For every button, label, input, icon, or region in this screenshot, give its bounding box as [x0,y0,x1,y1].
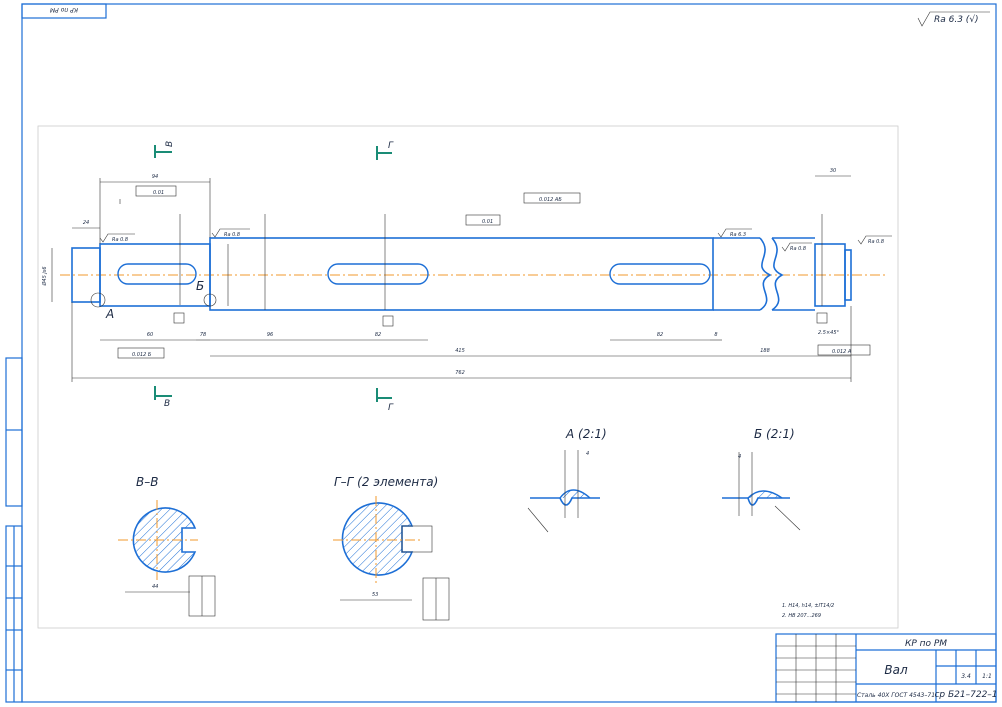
dim-82-b: 82 [657,332,663,338]
keyway-2 [327,263,429,285]
section-g-title: Г–Г (2 элемента) [334,475,438,489]
title-doc-code: ср Б21–722–1 [934,690,997,700]
title-scale: 1:1 [982,673,992,680]
dim-415: 415 [455,348,465,354]
dim-53: 53 [372,592,378,598]
section-markers: В В Г Г [154,141,394,413]
section-v-view: В–В 44 [118,475,216,617]
drawing-sheet: КР по РМ Ra 6.3 (√) А Б Ø45 js6 24 94 30… [5,3,998,703]
note-2: 2. HB 207...269 [782,613,821,619]
dim-chamfer: 2.5×45° [818,330,840,336]
dim-762: 762 [455,370,465,376]
title-material: Сталь 40Х ГОСТ 4543–71 [857,692,935,699]
note-1: 1. H14, h14, ±IT14/2 [782,603,834,609]
dim-4-b: 4 [738,454,741,460]
tol-perp-1: 0.012 Б [132,352,152,358]
dim-24: 24 [83,220,89,226]
dim-94: 94 [152,174,158,180]
title-project: КР по РМ [905,639,947,649]
top-stamp-text: КР по РМ [49,6,78,13]
left-strip-upper [5,357,23,507]
roughness-4: Ra 0.8 [790,246,806,252]
title-block: КР по РМ Вал Сталь 40Х ГОСТ 4543–71 ср Б… [775,633,998,703]
general-roughness-text: Ra 6.3 (√) [934,14,979,25]
dim-end-diameter: Ø45 js6 [41,266,48,286]
dim-96: 96 [267,332,273,338]
shaft-main-view: А Б Ø45 js6 [41,214,885,327]
section-mark-g-bottom: Г [388,403,394,413]
dim-188: 188 [760,348,770,354]
label-a: А [105,307,114,321]
roughness-5: Ra 0.8 [868,239,884,245]
detail-a-view: А (2:1) 4 [527,427,607,533]
title-mass: 3.4 [961,673,971,680]
roughness-3: Ra 6.3 [730,232,746,238]
detail-a-title: А (2:1) [565,427,607,441]
section-g-view: Г–Г (2 элемента) 53 [333,475,450,621]
dim-30: 30 [830,168,836,174]
tol-perp-2: 0.012 А [832,349,852,355]
section-v-title: В–В [136,475,158,489]
tol-runout-2: 0.01 [482,219,493,225]
tol-coax: 0.012 АБ [539,197,562,203]
section-mark-v-top: В [165,141,175,147]
label-b: Б [196,279,204,293]
title-part-name: Вал [884,663,908,677]
dim-44: 44 [152,584,158,590]
section-mark-g-top: Г [388,141,394,151]
detail-b-title: Б (2:1) [754,427,795,441]
tol-runout-1: 0.01 [153,190,164,196]
dim-78: 78 [200,332,206,338]
keyway-3 [609,263,711,285]
keyway-1 [117,263,197,285]
dim-8: 8 [714,332,717,338]
roughness-1: Ra 0.8 [112,237,128,243]
roughness-2: Ra 0.8 [224,232,240,238]
section-mark-v-bottom: В [164,399,170,409]
dim-60: 60 [147,332,153,338]
dim-82-a: 82 [375,332,381,338]
tolerance-frames: 0.01 0.01 0.012 АБ 0.012 Б 0.012 А [117,185,871,359]
dim-4-a: 4 [586,451,589,457]
detail-b-view: Б (2:1) 4 [722,427,801,531]
